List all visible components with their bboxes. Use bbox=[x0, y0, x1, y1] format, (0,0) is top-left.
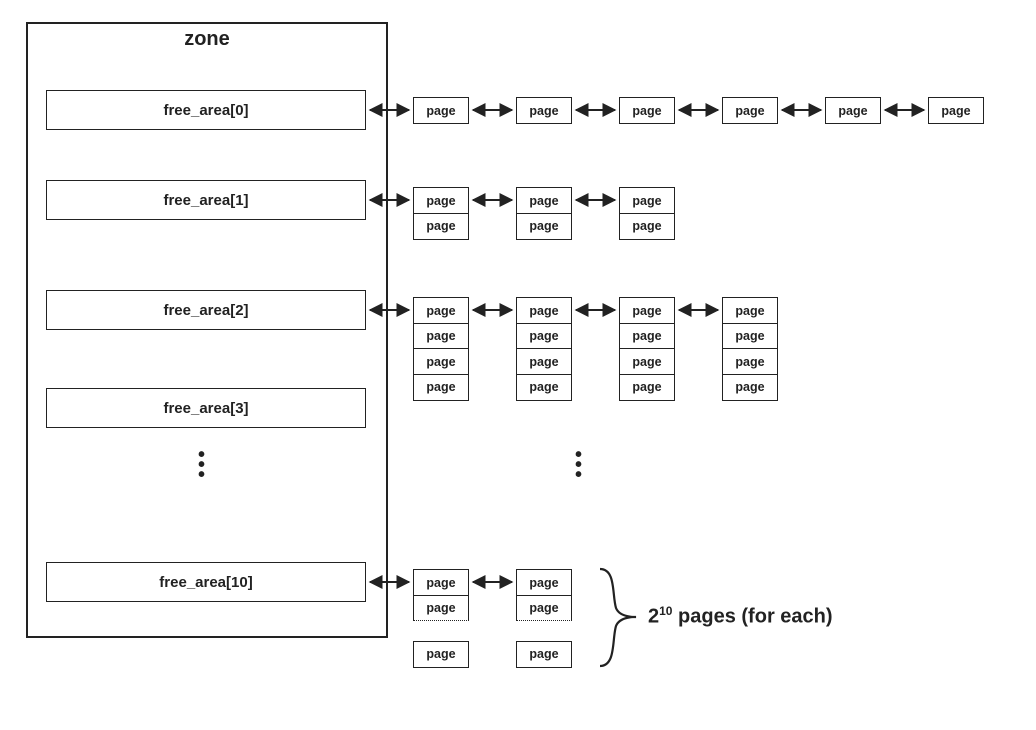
page-cell: page bbox=[722, 348, 778, 375]
page-cell: page bbox=[516, 348, 572, 375]
free-area-0: free_area[0] bbox=[46, 90, 366, 130]
page-cell: page bbox=[516, 187, 572, 214]
page-block: page page page page bbox=[516, 297, 572, 401]
page-box: page bbox=[928, 97, 984, 124]
page-cell: page bbox=[516, 213, 572, 240]
page-box: page bbox=[825, 97, 881, 124]
page-cell: page bbox=[516, 374, 572, 401]
annot-exp: 10 bbox=[659, 604, 672, 618]
page-cell: page bbox=[516, 595, 572, 622]
page-cell: page bbox=[413, 323, 469, 350]
annot-base: 2 bbox=[648, 606, 659, 628]
page-block: page page bbox=[413, 187, 469, 240]
page-cell: page bbox=[722, 374, 778, 401]
page-cell: page bbox=[619, 297, 675, 324]
page-box: page bbox=[619, 97, 675, 124]
page-cell: page bbox=[413, 348, 469, 375]
page-block: page page page page bbox=[619, 297, 675, 401]
page-cell: page bbox=[413, 595, 469, 622]
page-box: page bbox=[516, 97, 572, 124]
page-block: page page bbox=[619, 187, 675, 240]
page-box: page bbox=[413, 97, 469, 124]
page-cell: page bbox=[516, 569, 572, 596]
page-gap bbox=[413, 620, 469, 642]
page-cell: page bbox=[619, 374, 675, 401]
page-cell: page bbox=[516, 641, 572, 668]
free-area-3: free_area[3] bbox=[46, 388, 366, 428]
page-cell: page bbox=[619, 213, 675, 240]
page-cell: page bbox=[413, 297, 469, 324]
page-block: page page bbox=[516, 187, 572, 240]
page-cell: page bbox=[413, 641, 469, 668]
diagram-canvas: zone free_area[0] free_area[1] free_area… bbox=[0, 0, 1036, 730]
free-area-2: free_area[2] bbox=[46, 290, 366, 330]
page-cell: page bbox=[413, 374, 469, 401]
block-size-annotation: 210 pages (for each) bbox=[648, 604, 833, 629]
page-cell: page bbox=[722, 297, 778, 324]
page-cell: page bbox=[413, 569, 469, 596]
free-area-10: free_area[10] bbox=[46, 562, 366, 602]
page-box: page bbox=[722, 97, 778, 124]
page-block: page page page bbox=[516, 569, 572, 668]
page-block: page page page bbox=[413, 569, 469, 668]
page-gap bbox=[516, 620, 572, 642]
page-cell: page bbox=[619, 187, 675, 214]
page-block: page page page page bbox=[413, 297, 469, 401]
page-cell: page bbox=[619, 348, 675, 375]
zone-title: zone bbox=[26, 28, 388, 51]
annot-rest: pages (for each) bbox=[672, 606, 832, 628]
free-area-1: free_area[1] bbox=[46, 180, 366, 220]
page-block: page page page page bbox=[722, 297, 778, 401]
ellipsis-icon: ••• bbox=[575, 450, 582, 480]
page-cell: page bbox=[413, 187, 469, 214]
page-cell: page bbox=[619, 323, 675, 350]
page-cell: page bbox=[722, 323, 778, 350]
ellipsis-icon: ••• bbox=[198, 450, 205, 480]
page-cell: page bbox=[516, 297, 572, 324]
page-cell: page bbox=[516, 323, 572, 350]
page-cell: page bbox=[413, 213, 469, 240]
